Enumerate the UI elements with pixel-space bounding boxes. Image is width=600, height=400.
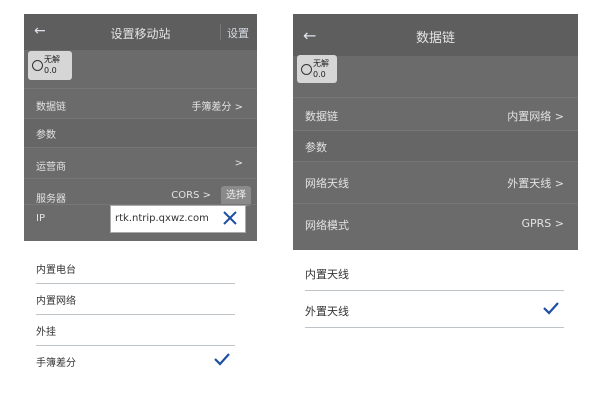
divider [293,203,578,204]
option-label: 内置网络 [36,296,76,307]
checkmark-icon [214,353,230,366]
page-title: 设置移动站 [110,27,171,41]
divider [24,178,257,179]
row-value: 内置网络 > [507,110,564,123]
option-label: 内置电台 [36,265,76,276]
option-external[interactable]: 外挂 [36,314,235,346]
row-value: CORS > [171,190,211,201]
close-icon[interactable] [221,209,239,227]
option-handset-diff[interactable]: 手簿差分 [36,345,235,374]
checkmark-icon [543,302,559,315]
row-label: IP [36,213,45,224]
settings-action-button[interactable]: 设置 [227,25,249,41]
section-header-params: 参数 [293,131,578,161]
section-label: 参数 [36,130,56,141]
row-value: > [234,158,243,169]
divider [293,161,578,162]
left-phone-screen: ← 设置移动站 设置 无解 0.0 数据链 手簿差分 > 参数 运营商 > 服务… [24,14,257,374]
right-phone-screen: ← 数据链 无解 0.0 数据链 内置网络 > 参数 网络天线 外置天线 > 网… [293,14,578,332]
status-label: 无解 [44,55,60,64]
status-chip: 无解 0.0 [28,51,72,80]
option-internal-antenna[interactable]: 内置天线 [305,254,564,291]
row-label: 数据链 [305,110,338,123]
row-label: 网络模式 [305,219,349,232]
status-label: 无解 [313,59,329,68]
ip-input-value: rtk.ntrip.qxwz.com [115,213,209,224]
option-label: 外置天线 [305,305,349,318]
option-builtin-network[interactable]: 内置网络 [36,283,235,315]
option-external-antenna[interactable]: 外置天线 [305,291,564,328]
row-value: GPRS > [521,217,565,230]
divider [24,88,257,89]
section-label: 参数 [305,141,327,154]
status-value: 0.0 [313,70,326,79]
select-server-button[interactable]: 选择 [221,186,251,206]
divider [24,147,257,148]
toolbar-divider [220,24,221,40]
ip-input[interactable]: rtk.ntrip.qxwz.com [110,205,246,233]
status-value: 0.0 [44,66,57,75]
option-builtin-radio[interactable]: 内置电台 [36,252,235,284]
option-label: 手簿差分 [36,358,76,369]
row-label: 服务器 [36,194,66,205]
row-label: 网络天线 [305,177,349,190]
row-value: 手簿差分 > [191,102,243,113]
page-title: 数据链 [415,31,455,46]
option-label: 内置天线 [305,268,349,281]
option-label: 外挂 [36,327,56,338]
row-value: 外置天线 > [507,177,564,190]
top-bar: ← 数据链 [293,14,578,56]
status-circle-icon [301,64,312,75]
status-circle-icon [32,60,43,71]
row-label: 运营商 [36,162,66,173]
section-header-params: 参数 [24,119,257,147]
status-chip: 无解 0.0 [297,55,337,83]
divider [293,97,578,98]
row-label: 数据链 [36,102,66,113]
top-bar: ← 设置移动站 设置 [24,14,257,50]
